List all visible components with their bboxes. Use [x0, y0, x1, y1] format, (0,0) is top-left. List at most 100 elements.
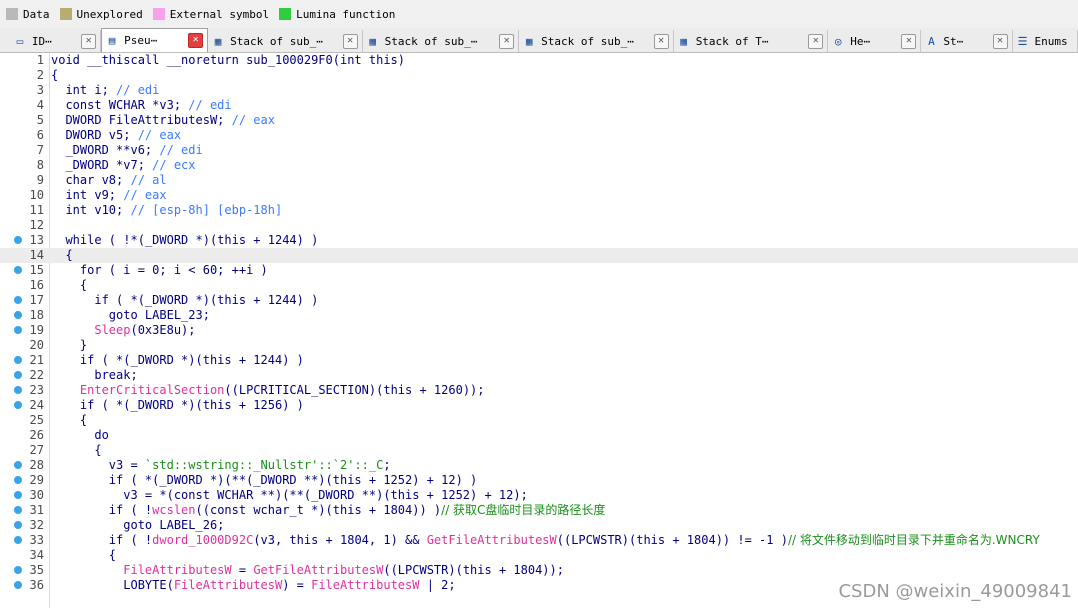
breakpoint-dot-icon[interactable]: [14, 566, 22, 574]
code-line[interactable]: 15 for ( i = 0; i < 60; ++i ): [0, 263, 1078, 278]
code-line[interactable]: 5 DWORD FileAttributesW; // eax: [0, 113, 1078, 128]
code-text: v3 = *(const WCHAR **)(**(_DWORD **)(thi…: [51, 488, 528, 503]
code-token: DWORD v5;: [51, 128, 138, 142]
line-number: 29: [29, 473, 44, 487]
code-function: EnterCriticalSection: [79, 383, 225, 397]
line-number: 25: [29, 413, 44, 427]
breakpoint-dot-icon[interactable]: [14, 311, 22, 319]
code-line[interactable]: 12: [0, 218, 1078, 233]
code-line[interactable]: 34 {: [0, 548, 1078, 563]
tab-label: Enums: [1034, 34, 1068, 48]
code-token: goto LABEL_23;: [51, 308, 210, 322]
code-token: ((const wchar_t *)(this + 1804)) ): [195, 503, 442, 517]
code-comment: // 获取C盘临时目录的路径长度: [441, 503, 606, 517]
code-line[interactable]: 9 char v8; // al: [0, 173, 1078, 188]
close-icon[interactable]: ✕: [342, 33, 358, 49]
code-line[interactable]: 10 int v9; // eax: [0, 188, 1078, 203]
code-line[interactable]: 21 if ( *(_DWORD *)(this + 1244) ): [0, 353, 1078, 368]
line-number: 11: [29, 203, 44, 217]
code-token: do: [51, 428, 109, 442]
code-line[interactable]: 30 v3 = *(const WCHAR **)(**(_DWORD **)(…: [0, 488, 1078, 503]
code-line[interactable]: 33 if ( !dword_1000D92C(v3, this + 1804,…: [0, 533, 1078, 548]
breakpoint-dot-icon[interactable]: [14, 491, 22, 499]
close-icon[interactable]: ✕: [901, 33, 917, 49]
code-text: do: [51, 428, 109, 443]
code-line[interactable]: 1 void __thiscall __noreturn sub_100029F0…: [0, 53, 1078, 68]
line-number: 4: [36, 98, 44, 112]
breakpoint-dot-icon[interactable]: [14, 521, 22, 529]
breakpoint-dot-icon[interactable]: [14, 386, 22, 394]
pseudocode-icon: ▤: [108, 34, 116, 47]
code-line[interactable]: 31 if ( !wcslen((const wchar_t *)(this +…: [0, 503, 1078, 518]
close-icon[interactable]: ✕: [499, 33, 515, 49]
breakpoint-dot-icon[interactable]: [14, 356, 22, 364]
tab-6[interactable]: ◎ He⋯ ✕: [828, 30, 922, 52]
code-token: _DWORD **v6;: [51, 143, 160, 157]
close-icon[interactable]: ✕: [808, 33, 824, 49]
breakpoint-dot-icon[interactable]: [14, 236, 22, 244]
tab-7[interactable]: A St⋯ ✕: [921, 30, 1013, 52]
code-line[interactable]: 23 EnterCriticalSection((LPCRITICAL_SECT…: [0, 383, 1078, 398]
code-line[interactable]: 11 int v10; // [esp-8h] [ebp-18h]: [0, 203, 1078, 218]
code-line[interactable]: 16 {: [0, 278, 1078, 293]
tab-label: ID⋯: [31, 34, 52, 48]
tab-5[interactable]: ▦ Stack of T⋯ ✕: [674, 30, 829, 52]
line-number: 17: [29, 293, 44, 307]
code-line[interactable]: 2{: [0, 68, 1078, 83]
tab-0[interactable]: ▭ ID⋯ ✕: [10, 30, 102, 52]
breakpoint-dot-icon[interactable]: [14, 461, 22, 469]
code-comment: // eax: [137, 128, 182, 142]
code-line[interactable]: 7 _DWORD **v6; // edi: [0, 143, 1078, 158]
code-line[interactable]: 8 _DWORD *v7; // ecx: [0, 158, 1078, 173]
tab-1[interactable]: ▤ Pseu⋯ ✕: [101, 28, 209, 52]
code-line[interactable]: 26 do: [0, 428, 1078, 443]
line-number: 32: [29, 518, 44, 532]
code-line[interactable]: 19 Sleep(0x3E8u);: [0, 323, 1078, 338]
breakpoint-dot-icon[interactable]: [14, 326, 22, 334]
code-line[interactable]: 35 FileAttributesW = GetFileAttributesW(…: [0, 563, 1078, 578]
code-text: {: [51, 413, 87, 428]
close-icon[interactable]: ✕: [992, 33, 1008, 49]
code-token: int v10;: [51, 203, 131, 217]
legend-label: External symbol: [169, 7, 270, 21]
code-text: if ( *(_DWORD *)(this + 1244) ): [51, 353, 304, 368]
code-line[interactable]: 4 const WCHAR *v3; // edi: [0, 98, 1078, 113]
code-line[interactable]: 27 {: [0, 443, 1078, 458]
code-line[interactable]: 29 if ( *(_DWORD *)(**(_DWORD **)(this +…: [0, 473, 1078, 488]
breakpoint-dot-icon[interactable]: [14, 536, 22, 544]
code-line[interactable]: 13 while ( !*(_DWORD *)(this + 1244) ): [0, 233, 1078, 248]
close-icon[interactable]: ✕: [653, 33, 669, 49]
tab-8[interactable]: ☰ Enums: [1013, 30, 1078, 52]
pseudocode-view[interactable]: 1 void __thiscall __noreturn sub_100029F0…: [0, 53, 1078, 608]
code-line[interactable]: 28 v3 = `std::wstring::_Nullstr'::`2'::_…: [0, 458, 1078, 473]
code-function: GetFileAttributesW: [253, 563, 384, 577]
breakpoint-dot-icon[interactable]: [14, 296, 22, 304]
code-token: {: [51, 413, 88, 427]
close-icon[interactable]: ✕: [81, 33, 97, 49]
code-line[interactable]: 32 goto LABEL_26;: [0, 518, 1078, 533]
tab-2[interactable]: ▦ Stack of sub_⋯ ✕: [208, 30, 363, 52]
code-text: if ( !dword_1000D92C(v3, this + 1804, 1)…: [51, 533, 1040, 548]
code-line[interactable]: 17 if ( *(_DWORD *)(this + 1244) ): [0, 293, 1078, 308]
legend-item: External symbol: [152, 7, 270, 21]
breakpoint-dot-icon[interactable]: [14, 581, 22, 589]
close-icon[interactable]: ✕: [188, 33, 204, 48]
code-line[interactable]: 14 {: [0, 248, 1078, 263]
code-line[interactable]: 24 if ( *(_DWORD *)(this + 1256) ): [0, 398, 1078, 413]
code-line[interactable]: 3 int i; // edi: [0, 83, 1078, 98]
breakpoint-dot-icon[interactable]: [14, 506, 22, 514]
code-text: DWORD v5; // eax: [51, 128, 181, 143]
code-line[interactable]: 22 break;: [0, 368, 1078, 383]
legend-swatch: [6, 8, 18, 20]
code-line[interactable]: 20 }: [0, 338, 1078, 353]
code-line[interactable]: 6 DWORD v5; // eax: [0, 128, 1078, 143]
breakpoint-dot-icon[interactable]: [14, 401, 22, 409]
tab-3[interactable]: ▦ Stack of sub_⋯ ✕: [363, 30, 520, 52]
code-line[interactable]: 25 {: [0, 413, 1078, 428]
breakpoint-dot-icon[interactable]: [14, 476, 22, 484]
code-line[interactable]: 18 goto LABEL_23;: [0, 308, 1078, 323]
tab-4[interactable]: ▦ Stack of sub_⋯ ✕: [519, 30, 674, 52]
breakpoint-dot-icon[interactable]: [14, 266, 22, 274]
breakpoint-dot-icon[interactable]: [14, 371, 22, 379]
